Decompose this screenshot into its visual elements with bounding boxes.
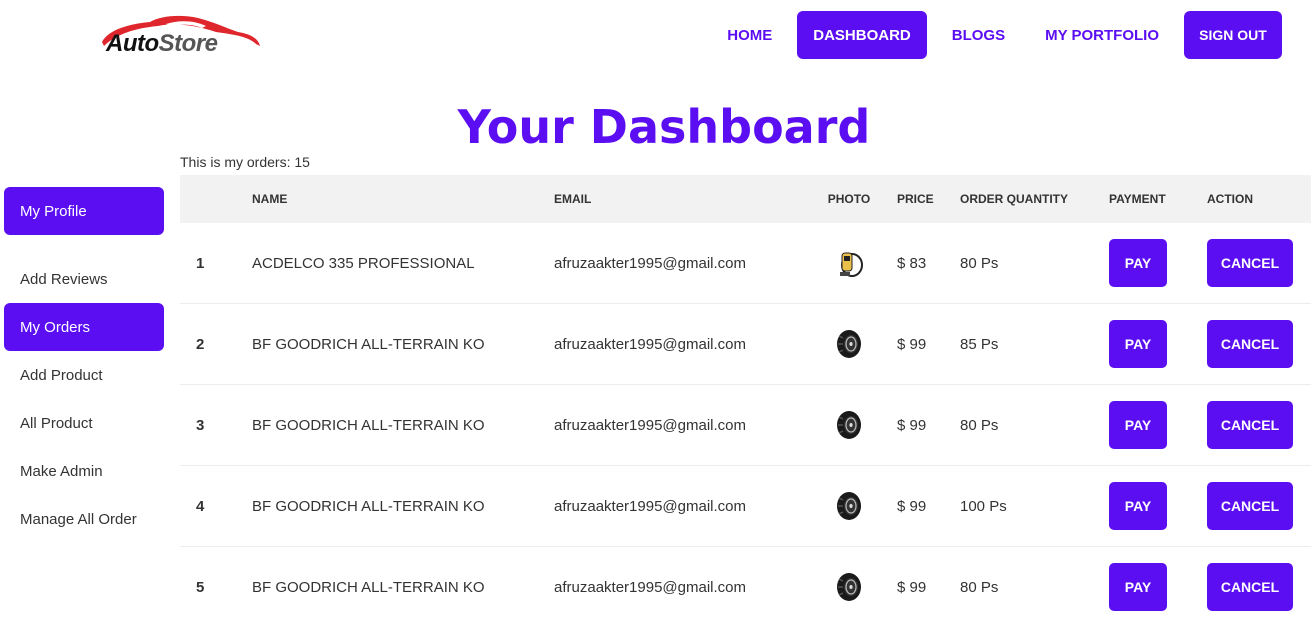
sign-out-button[interactable]: SIGN OUT: [1184, 11, 1282, 59]
row-order-quantity: 85 Ps: [960, 335, 999, 353]
tool-image-icon: [834, 247, 864, 279]
cancel-button[interactable]: CANCEL: [1207, 563, 1293, 611]
header-order-quantity: ORDER QUANTITY: [960, 192, 1068, 206]
table-row: 4 BF GOODRICH ALL-TERRAIN KO afruzaakter19…: [180, 466, 1311, 547]
row-product-name: BF GOODRICH ALL-TERRAIN KO: [252, 416, 485, 434]
nav-blogs[interactable]: BLOGS: [932, 11, 1025, 59]
row-order-quantity: 80 Ps: [960, 578, 999, 596]
row-price: $ 99: [897, 416, 927, 434]
header-name: NAME: [252, 192, 288, 206]
sidebar-item-add-reviews[interactable]: Add Reviews: [4, 255, 164, 303]
pay-button[interactable]: PAY: [1109, 482, 1167, 530]
table-row: 2 BF GOODRICH ALL-TERRAIN KO afruzaakter19…: [180, 304, 1311, 385]
row-product-name: BF GOODRICH ALL-TERRAIN KO: [252, 578, 485, 596]
sidebar-item-my-profile[interactable]: My Profile: [4, 187, 164, 235]
sidebar-item-all-product[interactable]: All Product: [4, 399, 164, 447]
brand-logo[interactable]: AutoStore: [98, 12, 263, 62]
header-price: PRICE: [897, 192, 934, 206]
pay-button[interactable]: PAY: [1109, 239, 1167, 287]
header-payment: PAYMENT: [1109, 192, 1166, 206]
row-photo: [809, 409, 889, 441]
row-photo: [809, 247, 889, 279]
row-index: 4: [196, 497, 205, 515]
row-product-name: ACDELCO 335 PROFESSIONAL: [252, 254, 475, 272]
orders-table: NAME EMAIL PHOTO PRICE ORDER QUANTITY PA…: [180, 175, 1311, 619]
row-index: 5: [196, 578, 205, 596]
nav-home[interactable]: HOME: [707, 11, 792, 59]
sidebar-item-manage-all-order[interactable]: Manage All Order: [4, 495, 164, 543]
cancel-button[interactable]: CANCEL: [1207, 320, 1293, 368]
row-order-quantity: 100 Ps: [960, 497, 1007, 515]
row-email: afruzaakter1995@gmail.com: [554, 416, 746, 434]
brand-name-part2: Store: [158, 30, 218, 57]
row-order-quantity: 80 Ps: [960, 254, 999, 272]
orders-count-label: This is my orders: 15: [180, 154, 310, 170]
header-action: ACTION: [1207, 192, 1253, 206]
table-row: 5 BF GOODRICH ALL-TERRAIN KO afruzaakter19…: [180, 547, 1311, 619]
row-index: 2: [196, 335, 205, 353]
sidebar: My Profile Add Reviews My Orders Add Pro…: [4, 187, 164, 543]
top-nav: HOME DASHBOARD BLOGS MY PORTFOLIO SIGN O…: [707, 11, 1282, 59]
row-email: afruzaakter1995@gmail.com: [554, 497, 746, 515]
row-photo: [809, 490, 889, 522]
pay-button[interactable]: PAY: [1109, 320, 1167, 368]
table-row: 3 BF GOODRICH ALL-TERRAIN KO afruzaakter19…: [180, 385, 1311, 466]
row-price: $ 99: [897, 497, 927, 515]
header-photo: PHOTO: [827, 192, 871, 206]
row-product-name: BF GOODRICH ALL-TERRAIN KO: [252, 335, 485, 353]
sidebar-item-make-admin[interactable]: Make Admin: [4, 447, 164, 495]
row-email: afruzaakter1995@gmail.com: [554, 578, 746, 596]
brand-name: AutoStore: [106, 30, 218, 58]
row-order-quantity: 80 Ps: [960, 416, 999, 434]
row-photo: [809, 571, 889, 603]
tire-image-icon: [834, 571, 864, 603]
nav-my-portfolio[interactable]: MY PORTFOLIO: [1025, 11, 1179, 59]
brand-name-part1: Auto: [106, 30, 159, 57]
tire-image-icon: [834, 409, 864, 441]
page-title: Your Dashboard: [457, 100, 871, 154]
header-email: EMAIL: [554, 192, 592, 206]
pay-button[interactable]: PAY: [1109, 401, 1167, 449]
row-photo: [809, 328, 889, 360]
nav-dashboard[interactable]: DASHBOARD: [797, 11, 927, 59]
row-price: $ 99: [897, 335, 927, 353]
table-row: 1 ACDELCO 335 PROFESSIONAL afruzaakter1995…: [180, 223, 1311, 304]
row-index: 1: [196, 254, 205, 272]
cancel-button[interactable]: CANCEL: [1207, 401, 1293, 449]
row-product-name: BF GOODRICH ALL-TERRAIN KO: [252, 497, 485, 515]
cancel-button[interactable]: CANCEL: [1207, 482, 1293, 530]
table-header: NAME EMAIL PHOTO PRICE ORDER QUANTITY PA…: [180, 175, 1311, 223]
sidebar-item-add-product[interactable]: Add Product: [4, 351, 164, 399]
pay-button[interactable]: PAY: [1109, 563, 1167, 611]
row-email: afruzaakter1995@gmail.com: [554, 254, 746, 272]
cancel-button[interactable]: CANCEL: [1207, 239, 1293, 287]
row-index: 3: [196, 416, 205, 434]
tire-image-icon: [834, 490, 864, 522]
row-price: $ 83: [897, 254, 927, 272]
tire-image-icon: [834, 328, 864, 360]
row-price: $ 99: [897, 578, 927, 596]
sidebar-item-my-orders[interactable]: My Orders: [4, 303, 164, 351]
row-email: afruzaakter1995@gmail.com: [554, 335, 746, 353]
